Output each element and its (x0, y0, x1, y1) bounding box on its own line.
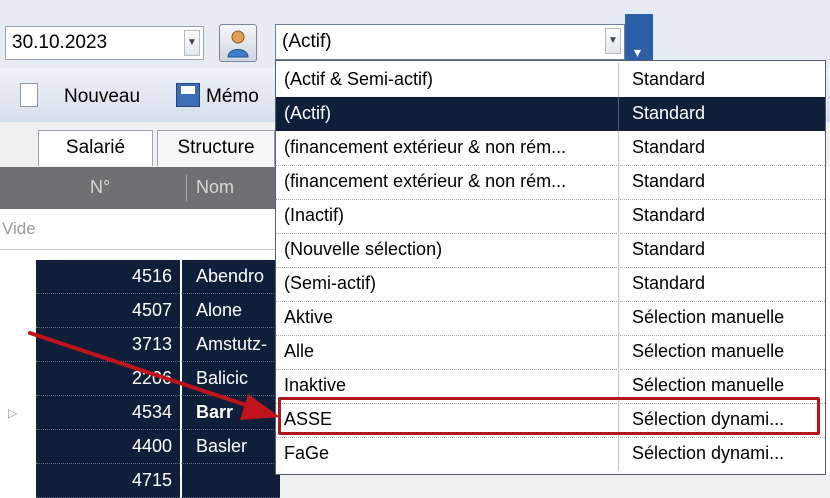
dropdown-option[interactable]: (Semi-actif) Standard (276, 267, 825, 302)
row-number: 4715 (36, 464, 180, 498)
grid-header: N° Nom (0, 167, 280, 209)
row-name: Abendro (181, 260, 280, 294)
option-type: Standard (632, 273, 706, 293)
column-header-name[interactable]: Nom (196, 177, 234, 198)
option-name: (financement extérieur & non rém... (276, 165, 619, 199)
table-row[interactable]: 4507 Alone (0, 294, 280, 328)
save-icon[interactable] (176, 83, 200, 107)
filter-row[interactable]: Vide (0, 209, 280, 250)
option-name: Alle (276, 335, 619, 369)
person-icon (227, 30, 249, 58)
row-name: Balicic (181, 362, 280, 396)
filter-placeholder: Vide (2, 219, 36, 238)
table-row[interactable]: 4400 Basler (0, 430, 280, 464)
row-name: Basler (181, 430, 280, 464)
dropdown-option[interactable]: (financement extérieur & non rém... Stan… (276, 165, 825, 200)
option-name: (Actif & Semi-actif) (276, 63, 619, 97)
new-document-icon[interactable] (20, 83, 38, 107)
dropdown-option[interactable]: FaGe Sélection dynami... (276, 437, 825, 471)
dropdown-option[interactable]: Alle Sélection manuelle (276, 335, 825, 370)
option-type: Standard (632, 171, 706, 191)
option-name: (Semi-actif) (276, 267, 619, 301)
option-type: Standard (632, 205, 706, 225)
option-type: Standard (632, 69, 706, 89)
tab-structure[interactable]: Structure (157, 130, 275, 166)
row-number: 2206 (36, 362, 180, 396)
row-number: 4534 (36, 396, 180, 430)
selection-value: (Actif) (282, 31, 332, 52)
expand-arrow-icon: ▾ (634, 44, 642, 60)
option-type: Standard (632, 137, 706, 157)
option-type: Sélection dynami... (632, 443, 785, 463)
dropdown-option[interactable]: (Nouvelle sélection) Standard (276, 233, 825, 268)
new-button[interactable]: Nouveau (64, 86, 140, 108)
selection-combobox[interactable]: (Actif) ▼ (275, 24, 625, 60)
column-divider (186, 175, 187, 201)
dropdown-option[interactable]: (financement extérieur & non rém... Stan… (276, 131, 825, 166)
row-name (181, 464, 280, 498)
option-name: FaGe (276, 437, 619, 471)
table-row[interactable]: 3713 Amstutz- (0, 328, 280, 362)
column-header-number[interactable]: N° (90, 177, 110, 198)
table-row[interactable]: 4516 Abendro (0, 260, 280, 294)
chevron-down-icon[interactable]: ▼ (184, 30, 200, 56)
dropdown-option-selected[interactable]: (Actif) Standard (276, 97, 825, 131)
tab-salarie[interactable]: Salarié (38, 130, 153, 166)
row-name: Barr (181, 396, 280, 430)
row-number: 4400 (36, 430, 180, 464)
dropdown-option[interactable]: (Actif & Semi-actif) Standard (276, 63, 825, 98)
current-row-arrow-icon: ▷ (8, 406, 18, 420)
option-type: Sélection manuelle (632, 307, 785, 327)
row-name: Amstutz- (181, 328, 280, 362)
table-row[interactable]: 2206 Balicic (0, 362, 280, 396)
option-type: Sélection manuelle (632, 341, 785, 361)
row-indicator: ▷ (0, 396, 36, 430)
option-name: (Actif) (276, 97, 619, 131)
table-row-current[interactable]: ▷ 4534 Barr (0, 396, 280, 430)
chevron-down-icon[interactable]: ▼ (605, 28, 621, 54)
row-number: 4507 (36, 294, 180, 328)
dropdown-option[interactable]: Aktive Sélection manuelle (276, 301, 825, 336)
user-button[interactable] (219, 24, 257, 62)
option-name: (financement extérieur & non rém... (276, 131, 619, 165)
dropdown-option[interactable]: (Inactif) Standard (276, 199, 825, 234)
row-name: Alone (181, 294, 280, 328)
option-name: (Inactif) (276, 199, 619, 233)
option-name: (Nouvelle sélection) (276, 233, 619, 267)
option-name: Aktive (276, 301, 619, 335)
row-number: 4516 (36, 260, 180, 294)
option-type: Standard (632, 103, 706, 123)
row-number: 3713 (36, 328, 180, 362)
save-button[interactable]: Mémo (206, 86, 259, 108)
table-row[interactable]: 4715 (0, 464, 280, 498)
option-type: Standard (632, 239, 706, 259)
date-combobox[interactable]: 30.10.2023 ▼ (5, 26, 204, 60)
date-value: 30.10.2023 (12, 32, 108, 53)
highlight-box (278, 397, 820, 435)
